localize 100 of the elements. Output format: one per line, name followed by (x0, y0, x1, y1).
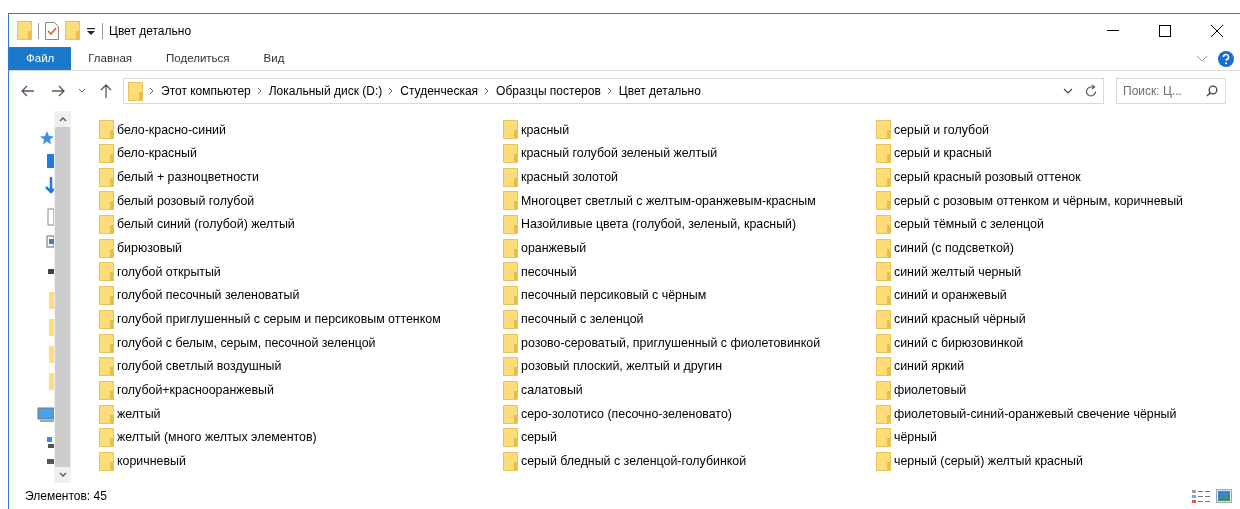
folder-name[interactable]: красный голубой зеленый желтый (521, 144, 718, 163)
folder-icon[interactable] (876, 120, 891, 140)
folder-icon[interactable] (876, 357, 891, 377)
folder-icon[interactable] (503, 428, 518, 448)
folder-name[interactable]: желтый (много желтых элементов) (117, 428, 317, 448)
ribbon-tab[interactable]: Главная (71, 47, 150, 70)
folder-icon[interactable] (876, 238, 891, 258)
folder-name[interactable]: фиолетовый-синий-оранжевый свечение чёрный (894, 404, 1177, 424)
folder-name[interactable]: желтый (117, 404, 161, 424)
folder-name[interactable]: синий яркий (894, 357, 965, 376)
folder-name[interactable]: серый красный розовый оттенок (894, 167, 1081, 187)
customize-dropdown-icon[interactable] (86, 25, 96, 36)
folder-name[interactable]: черный (серый) желтый красный (894, 452, 1083, 471)
folder-name[interactable]: салатовый (521, 381, 583, 400)
folder-name[interactable]: голубой приглушенный с серым и персиковым оттенком (117, 310, 441, 329)
folder-icon[interactable] (99, 120, 114, 140)
folder-name[interactable]: оранжевый (521, 238, 587, 258)
folder-icon[interactable] (503, 215, 518, 235)
folder-name[interactable]: бело-красно-синий (117, 120, 226, 140)
ribbon-tab[interactable]: Вид (246, 47, 302, 70)
refresh-icon[interactable] (1085, 84, 1097, 98)
folder-icon[interactable] (503, 144, 518, 164)
folder-icon[interactable] (99, 309, 114, 329)
search-field[interactable]: Поиск: Ц... (1116, 78, 1226, 104)
folder-icon[interactable] (503, 167, 518, 187)
folder-name[interactable]: песочный персиковый с чёрным (521, 286, 707, 305)
folder-name[interactable]: красный золотой (521, 167, 618, 187)
large-icons-view-icon[interactable] (1216, 489, 1232, 503)
forward-arrow-icon[interactable] (51, 85, 65, 97)
folder-name[interactable]: серый (521, 428, 557, 448)
folder-icon[interactable] (99, 333, 114, 353)
back-arrow-icon[interactable] (21, 85, 35, 97)
folder-icon[interactable] (876, 215, 891, 235)
address-bar[interactable]: Этот компьютер Локальный диск (D:) Студенческая Образцы постеров Цвет детально (123, 78, 1104, 104)
folder-name[interactable]: синий красный чёрный (894, 310, 1026, 329)
folder-name[interactable]: белый розовый голубой (117, 191, 255, 211)
folder-icon[interactable] (99, 404, 114, 424)
breadcrumb-link[interactable]: Цвет детально (618, 82, 701, 100)
close-icon[interactable] (1211, 24, 1223, 37)
up-arrow-icon[interactable] (100, 84, 112, 98)
dropdown-icon[interactable] (1063, 88, 1073, 94)
folder-icon[interactable] (99, 428, 114, 448)
folder-name[interactable]: синий желтый черный (894, 262, 1022, 282)
folder-icon[interactable] (503, 451, 518, 471)
folder-icon[interactable] (99, 144, 114, 164)
minimize-icon[interactable] (1107, 29, 1119, 32)
breadcrumb-link[interactable]: Образцы постеров (496, 82, 601, 100)
folder-name[interactable]: коричневый (117, 452, 186, 471)
folder-icon[interactable] (503, 238, 518, 258)
folder-name[interactable]: синий с бирюзовинкой (894, 333, 1024, 353)
folder-name[interactable]: серый бледный с зеленцой-голубинкой (521, 452, 747, 471)
folder-name[interactable]: чёрный (894, 428, 937, 448)
folder-name[interactable]: песочный с зеленцой (521, 310, 644, 329)
folder-icon[interactable] (99, 167, 114, 187)
folder-name[interactable]: фиолетовый (894, 381, 967, 400)
folder-name[interactable]: голубой с белым, серым, песочной зеленцой (117, 333, 376, 353)
folder-icon[interactable] (99, 191, 114, 211)
breadcrumb-link[interactable]: Этот компьютер (161, 82, 251, 100)
folder-name[interactable]: белый + разноцветности (117, 167, 259, 187)
folder-name[interactable]: серый и голубой (894, 120, 989, 140)
folder-icon[interactable] (99, 451, 114, 471)
chevron-icon[interactable] (149, 87, 155, 95)
folder-name[interactable]: голубой светлый воздушный (117, 357, 282, 376)
folder-icon[interactable] (99, 215, 114, 235)
folder-icon[interactable] (876, 404, 891, 424)
folder-icon[interactable] (99, 286, 114, 306)
folder-name[interactable]: розово-сероватый, приглушенный с фиолетовинкой (521, 333, 821, 353)
maximize-icon[interactable] (1159, 24, 1171, 37)
folder-name[interactable]: розовый плоский, желтый и другин (521, 357, 722, 376)
recent-locations-icon[interactable] (78, 88, 86, 94)
folder-icon[interactable] (99, 357, 114, 377)
folder-name[interactable]: серый с розовым оттенком и чёрным, коричневый (894, 191, 1183, 211)
search-icon[interactable] (1206, 85, 1218, 97)
chevron-icon[interactable] (256, 87, 263, 95)
folder-icon[interactable] (503, 120, 518, 140)
folder-name[interactable]: белый синий (голубой) желтый (117, 215, 295, 234)
folder-icon[interactable] (503, 357, 518, 377)
folder-name[interactable]: песочный (521, 262, 577, 282)
scrollbar[interactable] (54, 111, 71, 483)
ribbon-tab[interactable]: Файл (9, 47, 72, 70)
folder-name[interactable]: Многоцвет светлый с желтым-оранжевым-красным (521, 191, 816, 211)
folder-name[interactable]: красный (521, 120, 570, 140)
folder-name[interactable]: бело-красный (117, 144, 197, 163)
folder-name[interactable]: синий и оранжевый (894, 286, 1007, 305)
new-folder-icon[interactable] (65, 21, 80, 40)
folder-name[interactable]: серый тёмный с зеленцой (894, 215, 1044, 234)
folder-icon[interactable] (503, 191, 518, 211)
breadcrumb-link[interactable]: Студенческая (400, 82, 479, 100)
expand-ribbon-icon[interactable] (1196, 54, 1208, 63)
folder-icon[interactable] (99, 238, 114, 258)
folder-icon[interactable] (503, 380, 518, 400)
folder-icon[interactable] (99, 262, 114, 282)
folder-icon[interactable] (876, 167, 891, 187)
chevron-icon[interactable] (388, 87, 395, 95)
folder-icon[interactable] (876, 144, 891, 164)
folder-name[interactable]: голубой открытый (117, 262, 221, 282)
folder-name[interactable]: серый и красный (894, 144, 992, 163)
details-view-icon[interactable] (1192, 489, 1210, 503)
chevron-icon[interactable] (606, 87, 613, 95)
folder-icon[interactable] (503, 404, 518, 424)
